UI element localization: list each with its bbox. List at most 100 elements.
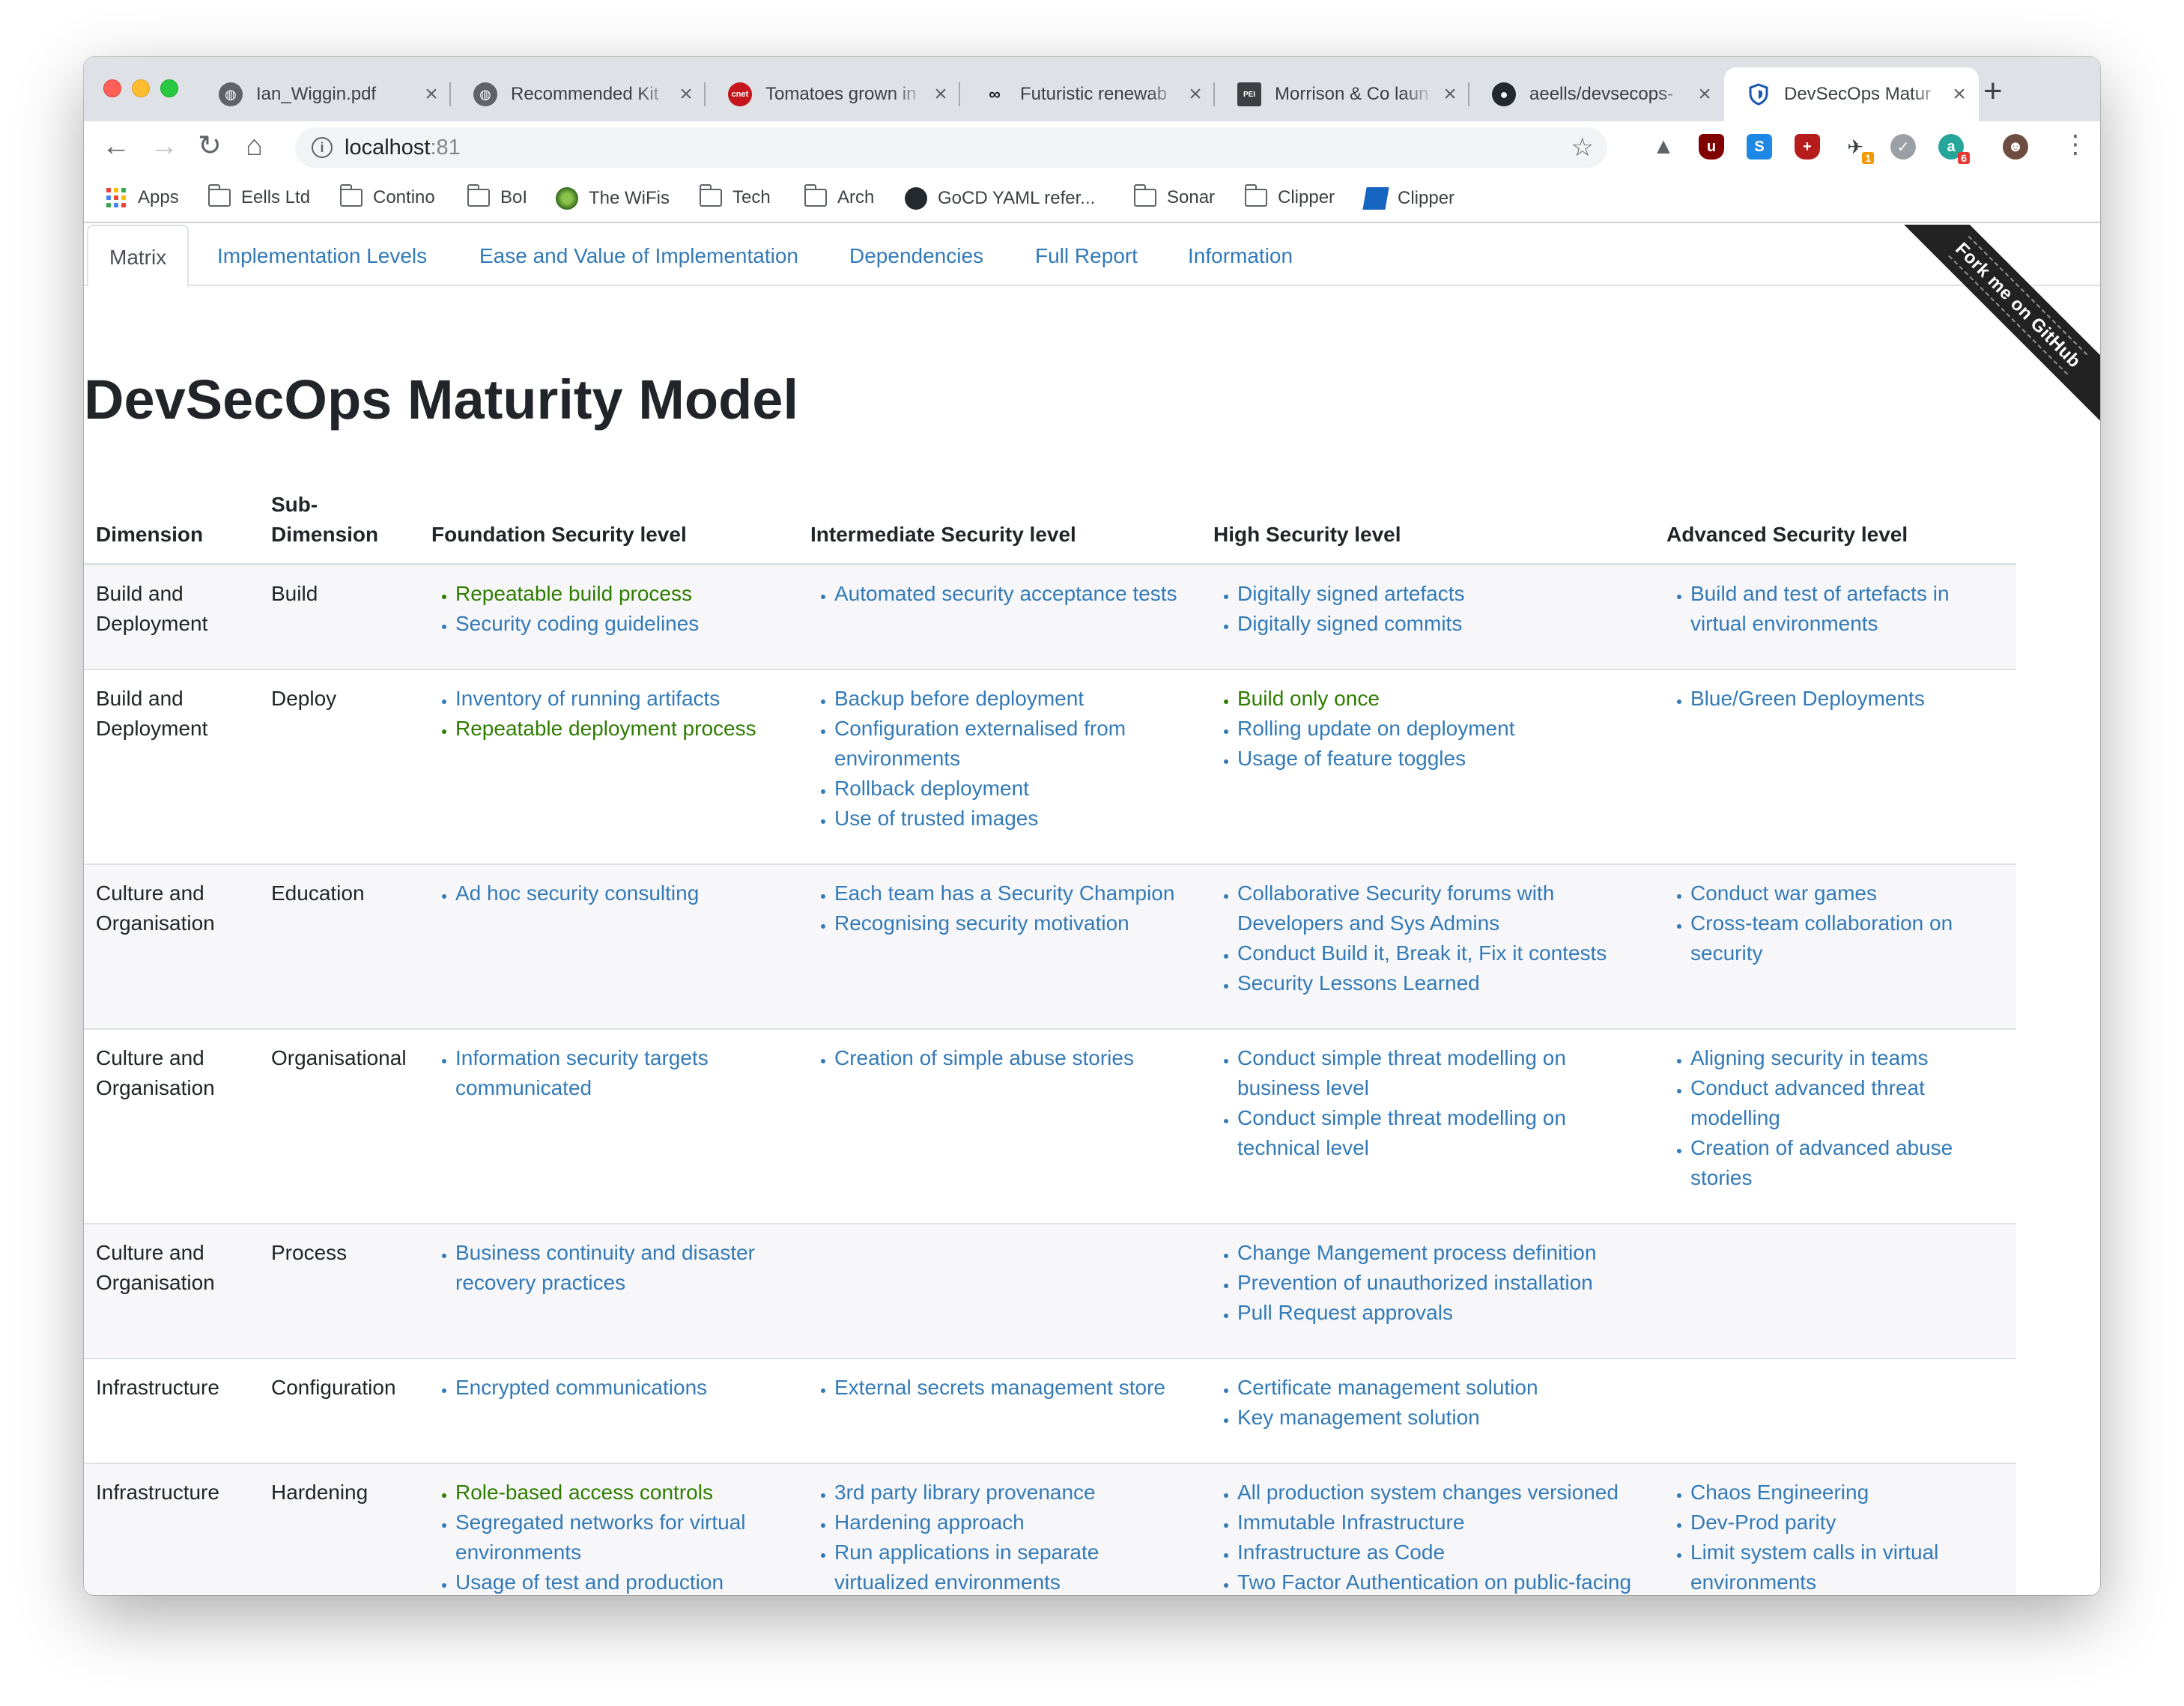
activity-link[interactable]: Aligning security in teams — [1690, 1043, 2004, 1073]
activity-link[interactable]: Key management solution — [1237, 1403, 1642, 1433]
ublock-extension-icon[interactable]: u — [1699, 134, 1724, 160]
info-icon[interactable]: i — [312, 137, 333, 158]
plane-extension-icon[interactable]: ✈ 1 — [1842, 134, 1874, 164]
activity-link[interactable]: Information security targets communicate… — [455, 1043, 786, 1103]
back-arrow-icon[interactable]: ← — [102, 129, 130, 163]
activity-link[interactable]: 3rd party library provenance — [834, 1478, 1189, 1508]
check-extension-icon[interactable]: ✓ — [1890, 134, 1916, 160]
close-tab-icon[interactable]: × — [1180, 82, 1210, 107]
activity-link[interactable]: Immutable Infrastructure — [1237, 1508, 1642, 1537]
tab-implementation-levels[interactable]: Implementation Levels — [217, 225, 427, 288]
activity-link[interactable]: All production system changes versioned — [1237, 1478, 1642, 1508]
activity-link[interactable]: Build only once — [1237, 684, 1642, 714]
bookmark-wifis[interactable]: The WiFis — [556, 187, 670, 210]
bookmark-clipper[interactable]: Clipper — [1362, 187, 1455, 210]
activity-link[interactable]: Creation of simple abuse stories — [834, 1043, 1189, 1073]
activity-link[interactable]: Collaborative Security forums with Devel… — [1237, 878, 1642, 938]
browser-tab[interactable]: cnet Tomatoes grown in × — [706, 67, 960, 121]
activity-link[interactable]: Rollback deployment — [834, 774, 1189, 804]
activity-link[interactable]: Certificate management solution — [1237, 1373, 1642, 1403]
profile-avatar[interactable]: ☻ — [2003, 134, 2028, 160]
browser-tab[interactable]: ● aeells/devsecops- × — [1469, 67, 1724, 121]
activity-link[interactable]: Digitally signed artefacts — [1237, 579, 1642, 609]
activity-link[interactable]: Conduct Build it, Break it, Fix it conte… — [1237, 938, 1642, 968]
activity-link[interactable]: External secrets management store — [834, 1373, 1189, 1403]
activity-link[interactable]: Change Mangement process definition — [1237, 1238, 1642, 1268]
activity-link[interactable]: Role-based access controls — [455, 1478, 786, 1508]
tab-matrix[interactable]: Matrix — [87, 225, 189, 288]
tab-information[interactable]: Information — [1188, 225, 1293, 288]
tab-ease-and-value[interactable]: Ease and Value of Implementation — [479, 225, 798, 288]
activity-link[interactable]: Inventory of running artifacts — [455, 684, 786, 714]
activity-link[interactable]: Security coding guidelines — [455, 609, 786, 639]
activity-link[interactable]: Infrastructure as Code — [1237, 1537, 1642, 1567]
activity-link[interactable]: Run applications in separate virtualized… — [834, 1537, 1189, 1595]
activity-link[interactable]: Cross-team collaboration on security — [1690, 908, 2004, 968]
bookmark-gocd[interactable]: GoCD YAML refer... — [905, 187, 1095, 210]
tab-full-report[interactable]: Full Report — [1035, 225, 1138, 288]
bookmark-folder[interactable]: BoI — [467, 184, 527, 208]
activity-link[interactable]: Prevention of unauthorized installation — [1237, 1268, 1642, 1298]
activity-link[interactable]: Conduct simple threat modelling on busin… — [1237, 1043, 1642, 1103]
activity-link[interactable]: Blue/Green Deployments — [1690, 684, 2004, 714]
close-tab-icon[interactable]: × — [1435, 82, 1465, 107]
close-tab-icon[interactable]: × — [1944, 82, 1974, 107]
a-extension-icon[interactable]: a6 — [1938, 134, 1970, 164]
reload-icon[interactable]: ↻ — [198, 129, 222, 163]
close-tab-icon[interactable]: × — [1690, 82, 1720, 107]
browser-tab[interactable]: ◍ Recommended Kit × — [451, 67, 706, 121]
kebab-menu-icon[interactable]: ⋮ — [2063, 132, 2088, 157]
drive-extension-icon[interactable]: ▲ — [1651, 134, 1676, 160]
close-tab-icon[interactable]: × — [926, 82, 956, 107]
browser-tab[interactable]: PEI Morrison & Co laun × — [1215, 67, 1469, 121]
activity-link[interactable]: Recognising security motivation — [834, 908, 1189, 938]
activity-link[interactable]: Each team has a Security Champion — [834, 878, 1189, 908]
activity-link[interactable]: Security Lessons Learned — [1237, 968, 1642, 998]
close-tab-icon[interactable]: × — [416, 82, 446, 107]
activity-link[interactable]: Business continuity and disaster recover… — [455, 1238, 786, 1298]
address-bar[interactable]: i localhost:81 ☆ — [295, 127, 1607, 168]
bookmark-folder[interactable]: Arch — [804, 184, 874, 208]
activity-link[interactable]: Backup before deployment — [834, 684, 1189, 714]
activity-link[interactable]: Build and test of artefacts in virtual e… — [1690, 579, 2004, 639]
bookmark-folder[interactable]: Tech — [700, 184, 771, 208]
github-ribbon[interactable]: Fork me on GitHub — [1875, 225, 2100, 449]
plus-shield-extension-icon[interactable]: + — [1795, 134, 1820, 160]
bookmark-folder[interactable]: Eells Ltd — [208, 184, 310, 208]
activity-link[interactable]: Conduct war games — [1690, 878, 2004, 908]
home-icon[interactable]: ⌂ — [246, 129, 263, 163]
activity-link[interactable]: Encrypted communications — [455, 1373, 786, 1403]
activity-link[interactable]: Automated security acceptance tests — [834, 579, 1189, 609]
activity-link[interactable]: Two Factor Authentication on public-faci… — [1237, 1567, 1642, 1595]
activity-link[interactable]: Usage of feature toggles — [1237, 744, 1642, 774]
browser-tab-active[interactable]: DevSecOps Matur × — [1724, 67, 1979, 121]
activity-link[interactable]: Chaos Engineering — [1690, 1478, 2004, 1508]
activity-link[interactable]: Repeatable build process — [455, 579, 786, 609]
activity-link[interactable]: Conduct advanced threat modelling — [1690, 1073, 2004, 1133]
forward-arrow-icon[interactable]: → — [150, 129, 178, 163]
new-tab-button[interactable]: + — [1983, 75, 2003, 108]
bookmark-folder[interactable]: Sonar — [1134, 184, 1215, 208]
minimize-window-button[interactable] — [132, 79, 150, 97]
activity-link[interactable]: Pull Request approvals — [1237, 1298, 1642, 1328]
activity-link[interactable]: Rolling update on deployment — [1237, 714, 1642, 744]
activity-link[interactable]: Segregated networks for virtual environm… — [455, 1508, 786, 1567]
activity-link[interactable]: Usage of test and production environment… — [455, 1567, 786, 1595]
close-tab-icon[interactable]: × — [671, 82, 701, 107]
activity-link[interactable]: Configuration externalised from environm… — [834, 714, 1189, 774]
bookmark-folder[interactable]: Contino — [340, 184, 435, 208]
close-window-button[interactable] — [103, 79, 121, 97]
activity-link[interactable]: Ad hoc security consulting — [455, 878, 786, 908]
bookmark-folder[interactable]: Clipper — [1245, 184, 1335, 208]
bookmark-star-icon[interactable]: ☆ — [1571, 133, 1594, 163]
maximize-window-button[interactable] — [160, 79, 178, 97]
activity-link[interactable]: Hardening approach — [834, 1508, 1189, 1537]
activity-link[interactable]: Digitally signed commits — [1237, 609, 1642, 639]
s-extension-icon[interactable]: S — [1747, 134, 1772, 160]
browser-tab[interactable]: ◍ Ian_Wiggin.pdf × — [196, 67, 451, 121]
activity-link[interactable]: Use of trusted images — [834, 804, 1189, 834]
activity-link[interactable]: Conduct simple threat modelling on techn… — [1237, 1103, 1642, 1163]
activity-link[interactable]: Dev-Prod parity — [1690, 1508, 2004, 1537]
bookmark-apps[interactable]: Apps — [106, 187, 179, 208]
tab-dependencies[interactable]: Dependencies — [849, 225, 983, 288]
